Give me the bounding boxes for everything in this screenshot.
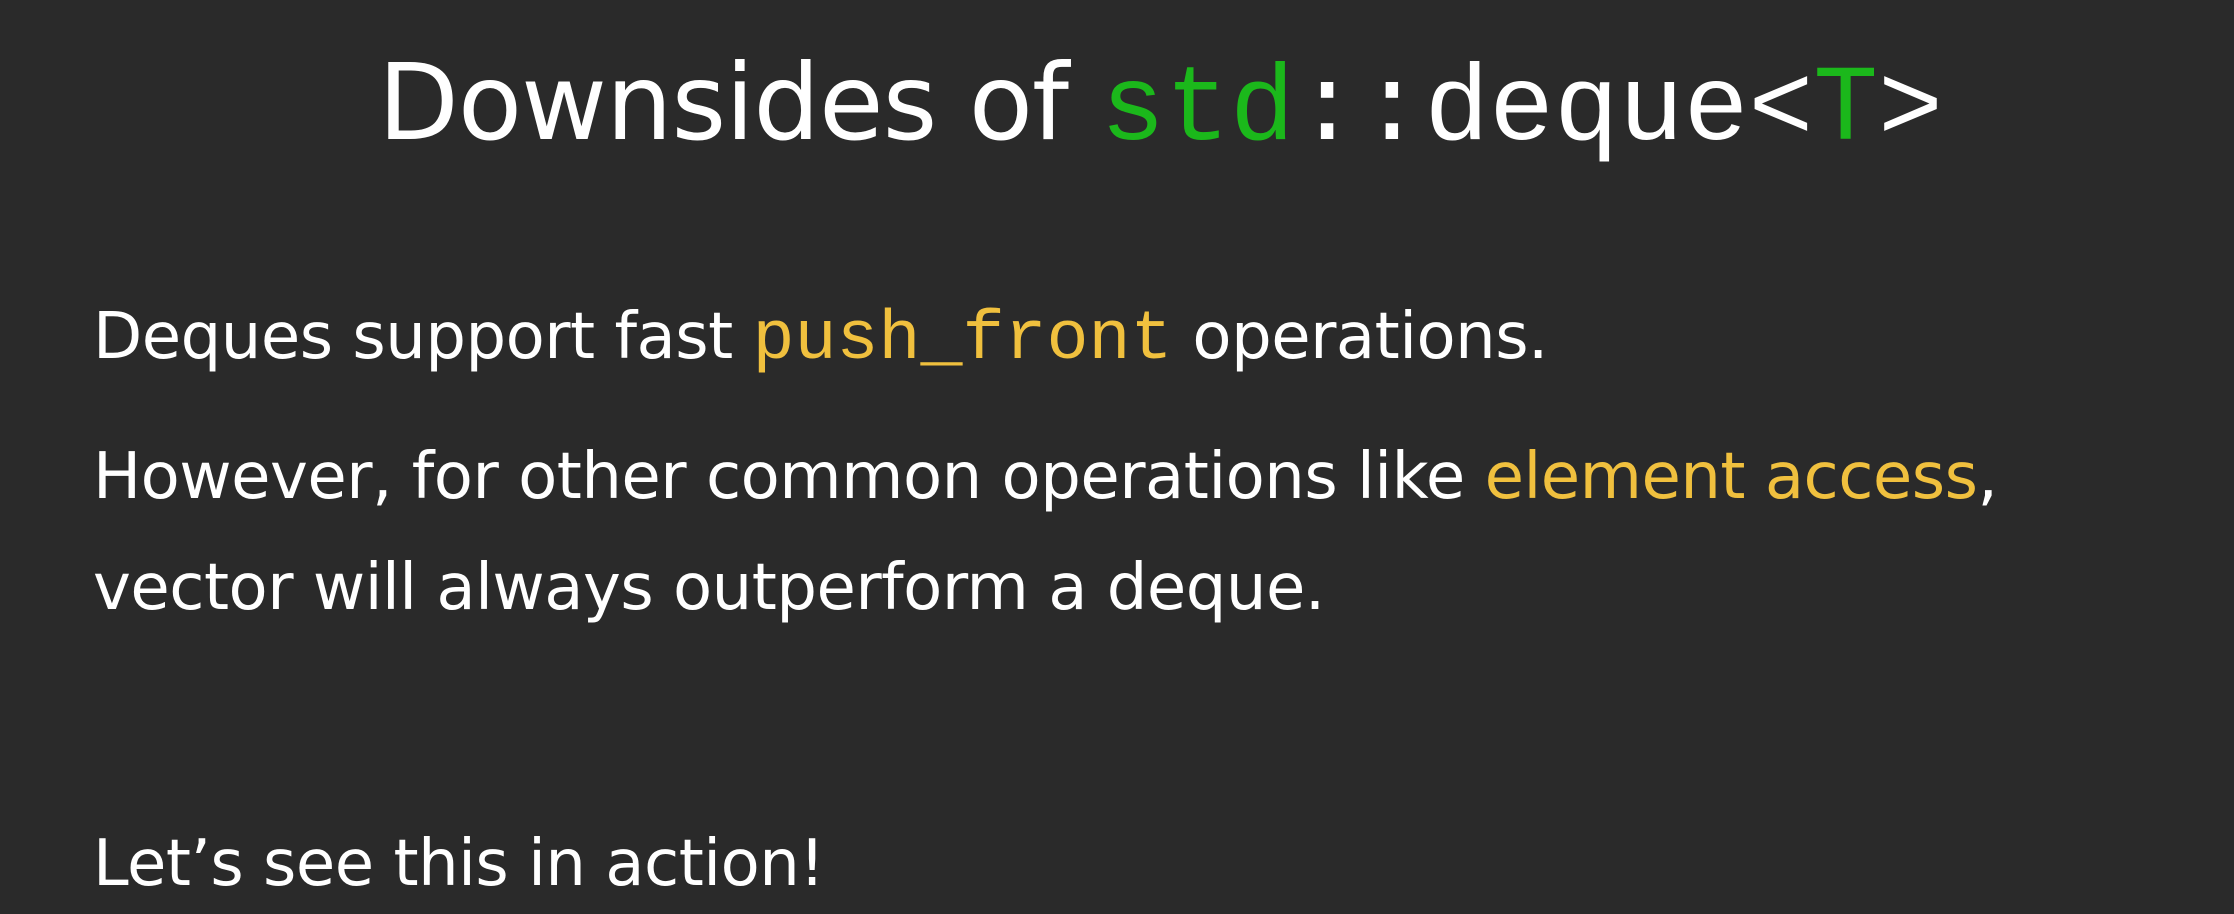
body-line-push-front: Deques support fast push_front operation…	[93, 297, 1548, 381]
title-code-scope-operator: ::	[1294, 50, 1425, 172]
slide-title: Downsides of std::deque<T>	[378, 38, 1943, 176]
line1-text-before: Deques support fast	[93, 300, 753, 374]
line1-text-after: operations.	[1172, 300, 1548, 374]
slide: Downsides of std::deque<T> Deques suppor…	[0, 0, 2234, 914]
line2-text-after: ,	[1977, 440, 1998, 514]
title-code-type: deque	[1424, 50, 1749, 172]
title-code-template-param: T	[1813, 50, 1879, 172]
body-line-vector-outperforms: vector will always outperform a deque.	[93, 551, 1325, 625]
title-code-close-angle: >	[1878, 50, 1943, 172]
line2-text-before: However, for other common operations lik…	[93, 440, 1485, 514]
body-line-see-in-action: Let’s see this in action!	[93, 827, 825, 901]
title-prefix: Downsides of	[378, 42, 1101, 164]
line1-code-push-front: push_front	[752, 301, 1173, 380]
title-code-open-angle: <	[1748, 50, 1814, 172]
body-line-element-access: However, for other common operations lik…	[93, 437, 1998, 517]
title-code-namespace: std	[1100, 50, 1295, 172]
line2-highlight-element-access: element access	[1484, 440, 1978, 514]
